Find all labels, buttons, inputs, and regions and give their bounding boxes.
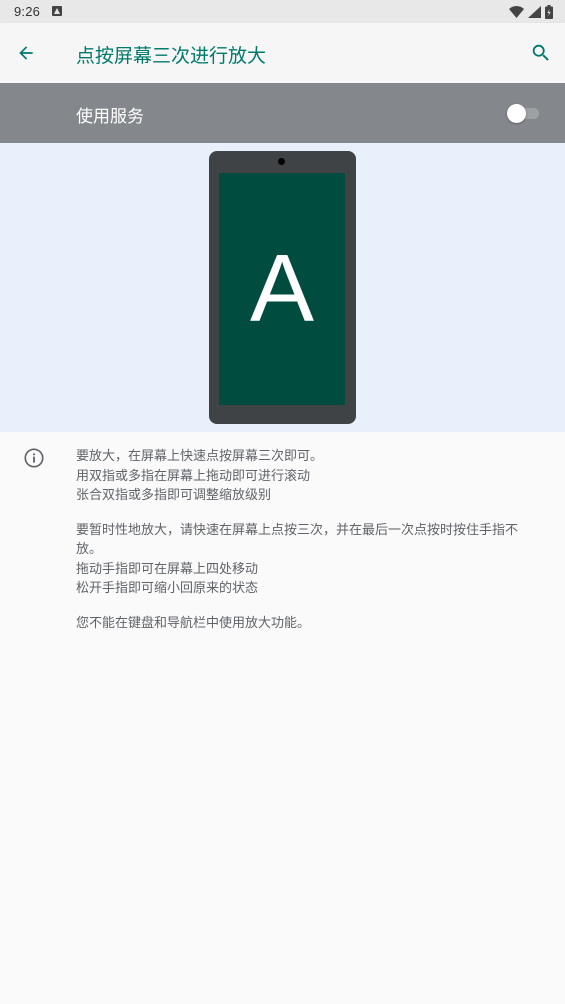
phone-camera bbox=[278, 158, 285, 165]
toggle-thumb bbox=[507, 104, 526, 123]
phone-screen: A bbox=[219, 173, 345, 405]
arrow-back-icon bbox=[19, 46, 33, 60]
description-line: 用双指或多指在屏幕上拖动即可进行滚动 bbox=[76, 468, 311, 484]
app-bar: 点按屏幕三次进行放大 bbox=[0, 23, 565, 84]
wifi-icon bbox=[509, 5, 524, 18]
description-line: 要放大，在屏幕上快速点按屏幕三次即可。 bbox=[76, 449, 324, 464]
battery-icon bbox=[545, 4, 553, 19]
phone-illustration: A bbox=[209, 151, 356, 424]
magnification-description: 要放大，在屏幕上快速点按屏幕三次即可。 用双指或多指在屏幕上拖动即可进行滚动 张… bbox=[76, 447, 536, 648]
use-service-toggle[interactable] bbox=[507, 104, 541, 123]
signal-icon bbox=[528, 5, 541, 18]
description-paragraph: 要暂时性地放大，请快速在屏幕上点按三次，并在最后一次点按时按住手指不放。 拖动手… bbox=[76, 521, 536, 599]
description-line: 拖动手指即可在屏幕上四处移动 bbox=[76, 561, 259, 577]
search-icon bbox=[532, 44, 549, 61]
status-icons bbox=[509, 4, 553, 19]
status-time: 9:26 bbox=[14, 4, 41, 19]
phone-letter: A bbox=[249, 235, 315, 342]
back-button[interactable] bbox=[10, 37, 42, 69]
info-icon bbox=[24, 448, 44, 468]
description-paragraph: 要放大，在屏幕上快速点按屏幕三次即可。 用双指或多指在屏幕上拖动即可进行滚动 张… bbox=[76, 447, 536, 506]
search-button[interactable] bbox=[525, 37, 557, 69]
description-line: 张合双指或多指即可调整缩放级别 bbox=[76, 488, 272, 503]
description-paragraph: 您不能在键盘和导航栏中使用放大功能。 bbox=[76, 614, 536, 634]
description-line: 您不能在键盘和导航栏中使用放大功能。 bbox=[76, 615, 311, 631]
magnification-illustration: A bbox=[0, 143, 565, 432]
status-bar: 9:26 bbox=[0, 0, 565, 23]
use-service-label: 使用服务 bbox=[76, 107, 144, 127]
use-service-row[interactable]: 使用服务 bbox=[0, 83, 565, 143]
description-line: 要暂时性地放大，请快速在屏幕上点按三次，并在最后一次点按时按住手指不放。 bbox=[76, 522, 519, 558]
page-title: 点按屏幕三次进行放大 bbox=[76, 45, 267, 67]
description-line: 松开手指即可缩小回原来的状态 bbox=[76, 581, 259, 596]
notification-icon bbox=[52, 6, 62, 16]
